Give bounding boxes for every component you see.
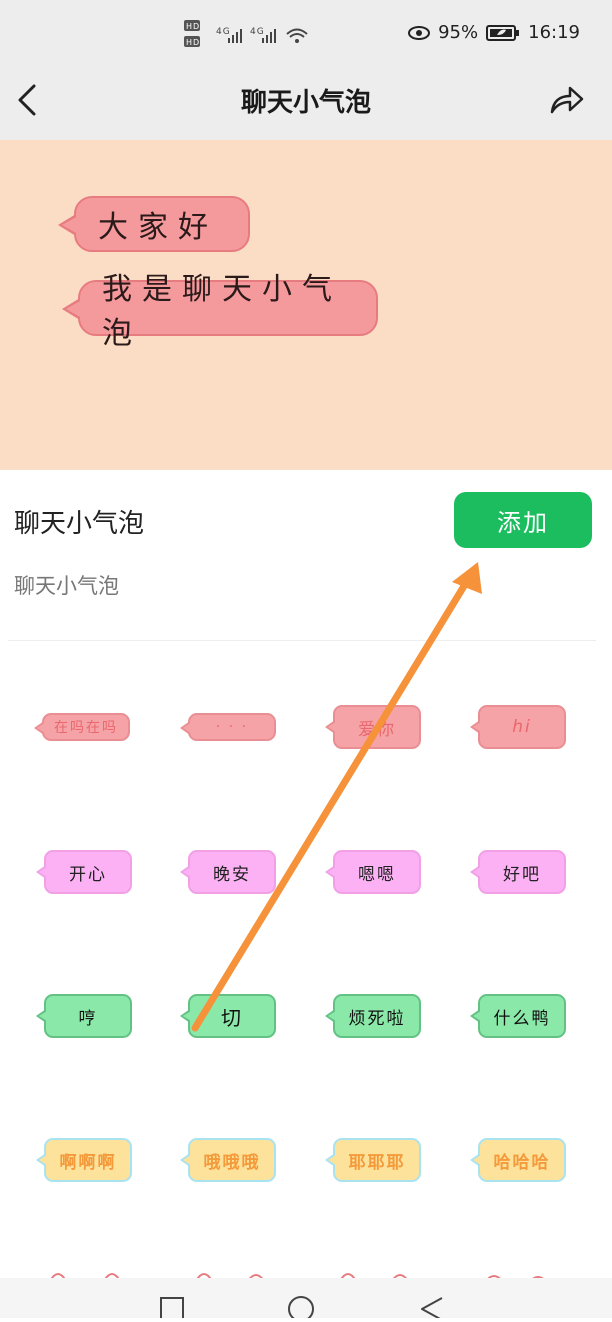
sticker-item[interactable]: 嗯嗯 [325,850,421,894]
sticker-item[interactable]: hi [470,705,566,749]
share-icon [550,86,584,114]
sticker-item[interactable]: 在吗在吗 [34,713,130,741]
square-icon [160,1297,184,1321]
svg-text:4G: 4G [216,27,231,37]
top-bar: HD HD 4G 4G 95% 16:19 聊天小气泡 [0,0,612,140]
svg-text:4G: 4G [250,27,265,37]
recent-apps-button[interactable] [158,1290,188,1321]
sticker-item[interactable]: 晚安 [180,850,276,894]
back-nav-button[interactable] [416,1290,446,1321]
system-nav-bar [0,1278,612,1322]
sticker-item[interactable]: 哈哈哈 [470,1138,566,1182]
clock: 16:19 [528,22,580,43]
battery-percent: 95% [438,22,479,43]
page-title: 聊天小气泡 [240,88,371,118]
preview-bubble: 大家好 [58,196,250,252]
pack-description: 聊天小气泡 [14,574,119,598]
divider [8,640,596,641]
sticker-item[interactable]: 哦哦哦 [180,1138,276,1182]
sticker-item[interactable]: · · · [180,713,276,741]
sticker-item[interactable]: 烦死啦 [325,994,421,1038]
status-bar: HD HD 4G 4G 95% 16:19 [0,0,612,70]
sticker-item[interactable]: 开心 [36,850,132,894]
preview-bubble: 我是聊天小气泡 [62,272,378,351]
triangle-back-icon [421,1297,443,1321]
sticker-item[interactable]: 好吧 [470,850,566,894]
svg-text:HD: HD [186,22,200,31]
share-button[interactable] [546,80,586,120]
sticker-item[interactable]: 啊啊啊 [36,1138,132,1182]
circle-icon [288,1296,314,1322]
add-button[interactable]: 添加 [454,492,592,548]
network-indicator: HD HD 4G 4G [184,20,314,57]
eye-icon [408,25,431,41]
pack-name: 聊天小气泡 [14,509,145,539]
signal-icons: HD HD 4G 4G [184,20,308,47]
status-right: 95% 16:19 [408,22,580,43]
sticker-item[interactable]: 切 [180,994,276,1038]
svg-text:HD: HD [186,38,200,47]
battery-icon [486,24,520,42]
sticker-item[interactable]: 耶耶耶 [325,1138,421,1182]
sticker-item[interactable]: 什么鸭 [470,994,566,1038]
home-button[interactable] [286,1290,316,1322]
bubble-preview: 大家好 我是聊天小气泡 [0,140,612,470]
sticker-item[interactable]: 爱你 [325,705,421,749]
sticker-item[interactable]: 哼 [36,994,132,1038]
